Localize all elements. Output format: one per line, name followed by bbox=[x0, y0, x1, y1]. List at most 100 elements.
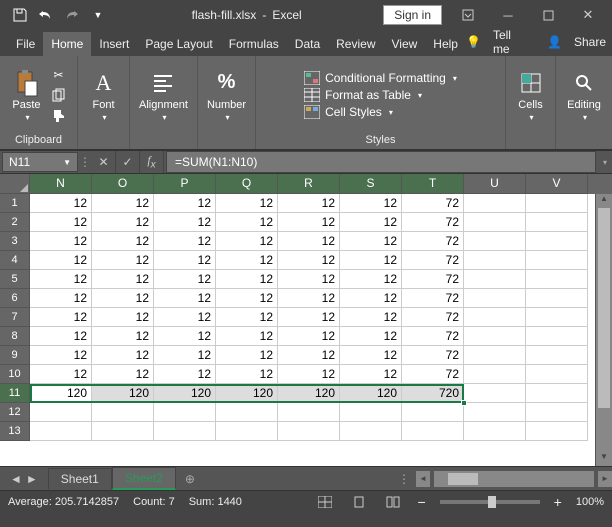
cell[interactable]: 12 bbox=[340, 270, 402, 289]
cell[interactable]: 12 bbox=[30, 308, 92, 327]
hscroll-left-icon[interactable]: ◄ bbox=[416, 471, 430, 487]
cell[interactable]: 12 bbox=[216, 308, 278, 327]
cell[interactable]: 12 bbox=[216, 289, 278, 308]
editing-button[interactable]: Editing ▾ bbox=[565, 67, 603, 124]
cell[interactable]: 120 bbox=[216, 384, 278, 403]
cell[interactable]: 12 bbox=[92, 346, 154, 365]
hscroll-right-icon[interactable]: ► bbox=[598, 471, 612, 487]
menu-insert[interactable]: Insert bbox=[91, 32, 137, 56]
maximize-icon[interactable] bbox=[528, 0, 568, 30]
cell[interactable] bbox=[526, 213, 588, 232]
undo-icon[interactable] bbox=[34, 3, 58, 27]
cell[interactable]: 12 bbox=[30, 251, 92, 270]
cell[interactable] bbox=[464, 403, 526, 422]
cell[interactable]: 12 bbox=[30, 270, 92, 289]
cell[interactable] bbox=[464, 232, 526, 251]
cell[interactable]: 12 bbox=[30, 194, 92, 213]
cell[interactable]: 72 bbox=[402, 213, 464, 232]
row-header[interactable]: 5 bbox=[0, 270, 30, 289]
column-header[interactable]: V bbox=[526, 174, 588, 194]
cell[interactable] bbox=[216, 403, 278, 422]
tab-prev-icon[interactable]: ◄ bbox=[10, 472, 22, 486]
select-all-corner[interactable] bbox=[0, 174, 30, 194]
cell-styles-button[interactable]: Cell Styles▾ bbox=[304, 105, 393, 119]
cell[interactable]: 12 bbox=[278, 289, 340, 308]
cell[interactable] bbox=[340, 403, 402, 422]
cell[interactable]: 12 bbox=[30, 327, 92, 346]
column-header[interactable]: P bbox=[154, 174, 216, 194]
cell[interactable] bbox=[526, 308, 588, 327]
row-header[interactable]: 12 bbox=[0, 403, 30, 422]
cell[interactable]: 120 bbox=[154, 384, 216, 403]
cell[interactable]: 12 bbox=[154, 213, 216, 232]
cell[interactable] bbox=[464, 194, 526, 213]
column-header[interactable]: O bbox=[92, 174, 154, 194]
cell[interactable] bbox=[464, 270, 526, 289]
cell[interactable] bbox=[526, 365, 588, 384]
cell[interactable]: 12 bbox=[216, 251, 278, 270]
cell[interactable]: 720 bbox=[402, 384, 464, 403]
cell[interactable]: 12 bbox=[92, 213, 154, 232]
cell[interactable]: 72 bbox=[402, 346, 464, 365]
cell[interactable]: 12 bbox=[278, 194, 340, 213]
cell[interactable] bbox=[154, 422, 216, 441]
cell[interactable] bbox=[464, 327, 526, 346]
cell[interactable]: 72 bbox=[402, 194, 464, 213]
cell[interactable] bbox=[526, 327, 588, 346]
cell[interactable] bbox=[526, 384, 588, 403]
column-header[interactable]: N bbox=[30, 174, 92, 194]
page-layout-view-icon[interactable] bbox=[349, 493, 369, 511]
cell[interactable]: 12 bbox=[216, 194, 278, 213]
cell[interactable]: 12 bbox=[340, 251, 402, 270]
cell[interactable]: 12 bbox=[340, 346, 402, 365]
row-header[interactable]: 11 bbox=[0, 384, 30, 403]
cell[interactable]: 12 bbox=[92, 232, 154, 251]
paste-button[interactable]: Paste ▾ bbox=[9, 67, 45, 124]
cell[interactable] bbox=[30, 403, 92, 422]
qat-customize-icon[interactable]: ▼ bbox=[86, 3, 110, 27]
cell[interactable]: 12 bbox=[92, 270, 154, 289]
tab-next-icon[interactable]: ► bbox=[26, 472, 38, 486]
scrollbar-thumb[interactable] bbox=[598, 208, 610, 408]
cell[interactable]: 12 bbox=[154, 289, 216, 308]
cell[interactable] bbox=[464, 384, 526, 403]
row-header[interactable]: 3 bbox=[0, 232, 30, 251]
menu-review[interactable]: Review bbox=[328, 32, 383, 56]
cell[interactable]: 12 bbox=[278, 365, 340, 384]
cell[interactable]: 12 bbox=[92, 308, 154, 327]
cell[interactable] bbox=[464, 251, 526, 270]
cell[interactable] bbox=[526, 251, 588, 270]
cell[interactable]: 12 bbox=[340, 308, 402, 327]
cancel-formula-icon[interactable]: ✕ bbox=[92, 151, 116, 173]
cell[interactable]: 12 bbox=[154, 327, 216, 346]
cell[interactable] bbox=[30, 422, 92, 441]
cell[interactable]: 12 bbox=[154, 232, 216, 251]
cell[interactable]: 72 bbox=[402, 270, 464, 289]
row-header[interactable]: 2 bbox=[0, 213, 30, 232]
cell[interactable] bbox=[526, 289, 588, 308]
menu-file[interactable]: File bbox=[8, 32, 43, 56]
cell[interactable] bbox=[402, 403, 464, 422]
cell[interactable]: 12 bbox=[340, 327, 402, 346]
cell[interactable]: 12 bbox=[216, 232, 278, 251]
zoom-in-icon[interactable]: + bbox=[554, 494, 562, 510]
cell[interactable]: 12 bbox=[154, 251, 216, 270]
cell[interactable]: 72 bbox=[402, 327, 464, 346]
conditional-formatting-button[interactable]: Conditional Formatting▾ bbox=[304, 71, 457, 85]
cell[interactable]: 72 bbox=[402, 289, 464, 308]
cell[interactable]: 12 bbox=[154, 270, 216, 289]
cell[interactable]: 72 bbox=[402, 251, 464, 270]
cell[interactable]: 12 bbox=[278, 327, 340, 346]
cell[interactable] bbox=[526, 194, 588, 213]
close-icon[interactable]: ✕ bbox=[568, 0, 608, 30]
cell[interactable]: 120 bbox=[278, 384, 340, 403]
row-header[interactable]: 8 bbox=[0, 327, 30, 346]
column-header[interactable]: S bbox=[340, 174, 402, 194]
vertical-scrollbar[interactable]: ▲ ▼ bbox=[595, 194, 612, 466]
menu-home[interactable]: Home bbox=[43, 32, 91, 56]
row-header[interactable]: 4 bbox=[0, 251, 30, 270]
cell[interactable] bbox=[278, 422, 340, 441]
formula-expand-icon[interactable]: ▾ bbox=[598, 158, 612, 167]
minimize-icon[interactable]: ─ bbox=[488, 0, 528, 30]
namebox-expand-icon[interactable]: ⋮ bbox=[78, 155, 92, 169]
